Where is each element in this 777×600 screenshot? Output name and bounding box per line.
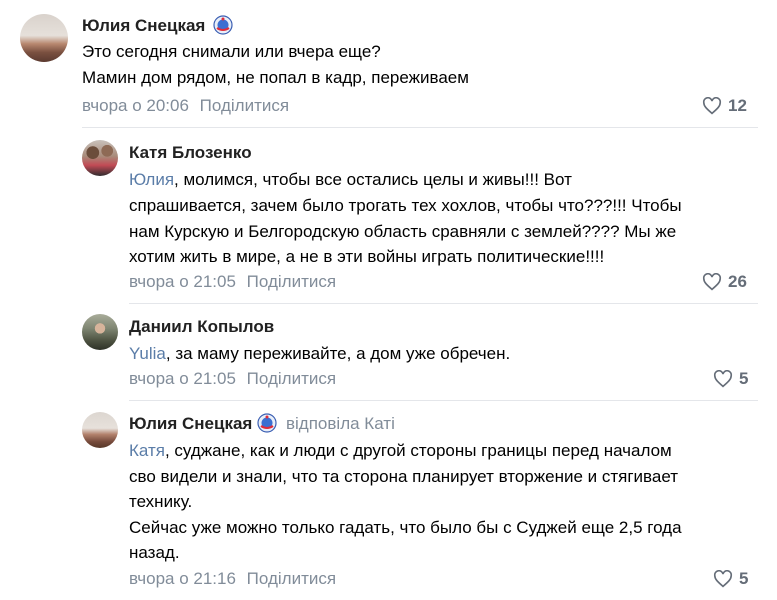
badge-icon (257, 413, 277, 433)
like-button[interactable]: 26 (702, 272, 747, 292)
avatar[interactable] (82, 314, 118, 350)
heart-icon (702, 97, 722, 115)
comment-author[interactable]: Юлия Снецкая (82, 16, 205, 36)
comment-text: , за маму переживайте, а дом уже обречен… (165, 344, 511, 363)
divider (82, 127, 758, 128)
mention-link[interactable]: Юлия (129, 170, 174, 189)
reply-to-link[interactable]: відповіла Каті (286, 414, 395, 434)
comment-text-line: Это сегодня снимали или вчера еще? (82, 42, 381, 61)
comment-author[interactable]: Юлия Снецкая (129, 414, 252, 434)
comment-meta: вчора о 21:05 Поділитися (129, 369, 336, 389)
comment-text-line: Сейчас уже можно только гадать, что было… (129, 518, 682, 537)
divider (129, 303, 758, 304)
comment-text-line: Yulia, за маму переживайте, а дом уже об… (129, 341, 510, 367)
like-count: 26 (728, 272, 747, 291)
comment-timestamp[interactable]: вчора о 21:05 (129, 272, 236, 291)
comment-meta: вчора о 21:05 Поділитися (129, 272, 336, 292)
comment-text-line: Юлия, молимся, чтобы все остались целы и… (129, 167, 572, 193)
like-count: 12 (728, 96, 747, 115)
heart-icon (713, 370, 733, 388)
comment-text-line: хотим жить в мире, а не в эти войны игра… (129, 247, 605, 266)
comment-text-line: назад. (129, 543, 180, 562)
divider (129, 400, 758, 401)
avatar[interactable] (20, 14, 68, 62)
comment-timestamp[interactable]: вчора о 21:16 (129, 569, 236, 588)
comment-meta: вчора о 20:06 Поділитися (82, 96, 289, 116)
comment-text-line: Катя, суджане, как и люди с другой сторо… (129, 438, 672, 464)
comment-text-line: нам Курскую и Белгородскую область сравн… (129, 222, 677, 241)
comment-author[interactable]: Катя Блозенко (129, 143, 252, 163)
comment-timestamp[interactable]: вчора о 20:06 (82, 96, 189, 115)
share-link[interactable]: Поділитися (247, 272, 336, 291)
mention-link[interactable]: Yulia (129, 344, 166, 363)
mention-link[interactable]: Катя (129, 441, 165, 460)
comment-text-line: Мамин дом рядом, не попал в кадр, пережи… (82, 68, 469, 87)
comment-timestamp[interactable]: вчора о 21:05 (129, 369, 236, 388)
like-count: 5 (739, 369, 749, 388)
comment-author[interactable]: Даниил Копылов (129, 317, 274, 337)
comment-text-line: технику. (129, 492, 193, 511)
like-button[interactable]: 5 (713, 569, 748, 589)
like-count: 5 (739, 569, 749, 588)
heart-icon (713, 570, 733, 588)
heart-icon (702, 273, 722, 291)
like-button[interactable]: 12 (702, 96, 747, 116)
comment-text-line: сво видели и знали, что та сторона плани… (129, 467, 679, 486)
comment-text: , молимся, чтобы все остались целы и жив… (174, 170, 572, 189)
share-link[interactable]: Поділитися (200, 96, 289, 115)
comment-text-line: спрашивается, зачем было трогать тех хох… (129, 196, 682, 215)
avatar[interactable] (82, 140, 118, 176)
badge-icon (213, 15, 233, 35)
like-button[interactable]: 5 (713, 369, 748, 389)
avatar[interactable] (82, 412, 118, 448)
share-link[interactable]: Поділитися (247, 369, 336, 388)
comment-meta: вчора о 21:16 Поділитися (129, 569, 336, 589)
share-link[interactable]: Поділитися (247, 569, 336, 588)
comment-text: , суджане, как и люди с другой стороны г… (164, 441, 672, 460)
